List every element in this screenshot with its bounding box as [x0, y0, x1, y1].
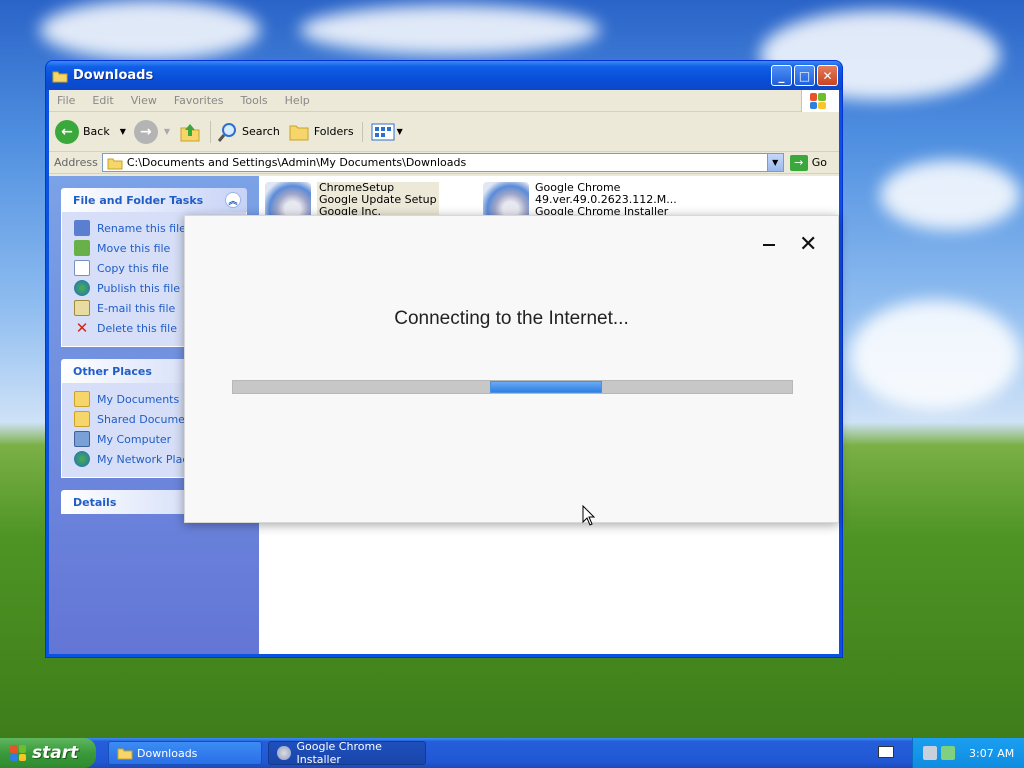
installer-close-button[interactable]: ✕: [799, 234, 817, 256]
explorer-titlebar[interactable]: Downloads: [46, 61, 842, 90]
menu-help[interactable]: Help: [285, 94, 310, 107]
panel-title: File and Folder Tasks: [73, 193, 204, 207]
search-icon: [217, 122, 237, 142]
back-button[interactable]: ← Back ▼: [55, 119, 126, 144]
installer-progress-bar: [232, 380, 793, 394]
address-dropdown-button[interactable]: ▼: [766, 154, 783, 171]
taskbar-button-downloads[interactable]: Downloads: [108, 741, 262, 765]
address-bar: Address C:\Documents and Settings\Admin\…: [49, 152, 839, 174]
back-arrow-icon: ←: [55, 119, 79, 144]
task-label: E-mail this file: [97, 301, 176, 315]
start-label: start: [32, 743, 79, 763]
address-label: Address: [54, 156, 98, 169]
back-label: Back: [83, 125, 110, 138]
wallpaper-cloud: [880, 160, 1020, 230]
windows-flag-icon: [10, 745, 26, 761]
wallpaper-cloud: [300, 5, 600, 55]
search-button[interactable]: Search: [210, 120, 280, 143]
forward-arrow-icon: →: [133, 119, 158, 144]
up-folder-icon: [180, 123, 200, 141]
place-label: My Documents: [97, 392, 180, 406]
progress-fill: [490, 381, 602, 393]
place-label: My Computer: [97, 432, 172, 446]
network-icon: [74, 451, 90, 467]
rename-icon: [74, 220, 90, 236]
start-button[interactable]: start: [0, 738, 96, 768]
documents-folder-icon: [74, 391, 90, 407]
shared-folder-icon: [74, 411, 90, 427]
network-tray-icon[interactable]: [941, 746, 955, 760]
windows-logo-icon: [801, 90, 839, 112]
go-button[interactable]: → Go: [789, 154, 827, 171]
folders-label: Folders: [313, 125, 354, 138]
folders-button[interactable]: Folders: [288, 122, 354, 142]
menu-view[interactable]: View: [131, 94, 157, 107]
panel-title: Other Places: [73, 364, 152, 378]
file-folder-tasks-header[interactable]: File and Folder Tasks ︽: [61, 188, 247, 212]
taskbar: start Downloads Google Chrome Installer …: [0, 738, 1024, 768]
window-title: Downloads: [73, 68, 154, 83]
installer-icon: [277, 746, 291, 760]
go-arrow-icon: →: [789, 154, 808, 171]
installer-minimize-button[interactable]: [759, 238, 779, 252]
email-icon: [74, 300, 90, 316]
menu-tools[interactable]: Tools: [241, 94, 268, 107]
delete-icon: ✕: [75, 319, 89, 337]
address-value: C:\Documents and Settings\Admin\My Docum…: [126, 156, 467, 169]
folders-icon: [289, 125, 309, 140]
menu-favorites[interactable]: Favorites: [174, 94, 224, 107]
chrome-installer-dialog: ✕ Connecting to the Internet...: [184, 215, 839, 523]
forward-button[interactable]: → ▼: [133, 119, 171, 144]
system-tray: 3:07 AM: [912, 738, 1024, 768]
wallpaper-cloud: [40, 0, 260, 60]
go-label: Go: [811, 156, 827, 169]
menu-edit[interactable]: Edit: [92, 94, 113, 107]
maximize-button[interactable]: □: [794, 65, 815, 86]
collapse-icon[interactable]: ︽: [225, 192, 241, 208]
folder-icon: [107, 158, 123, 169]
menu-bar: File Edit View Favorites Tools Help: [49, 90, 839, 112]
move-icon: [74, 240, 90, 256]
task-label: Move this file: [97, 241, 171, 255]
wallpaper-cloud: [850, 300, 1020, 410]
folder-icon: [52, 71, 68, 82]
search-label: Search: [242, 125, 280, 138]
taskbar-button-label: Downloads: [137, 746, 198, 760]
keyboard-icon[interactable]: [878, 746, 894, 758]
task-label: Copy this file: [97, 261, 169, 275]
folder-icon: [117, 748, 133, 760]
toolbar: ← Back ▼ → ▼ Search Folders ▼: [49, 112, 839, 152]
computer-icon: [74, 431, 90, 447]
mouse-cursor-icon: [582, 505, 596, 526]
address-input[interactable]: C:\Documents and Settings\Admin\My Docum…: [101, 153, 784, 172]
panel-title: Details: [73, 495, 117, 509]
clock: 3:07 AM: [969, 746, 1015, 760]
globe-icon: [74, 280, 90, 296]
up-folder-button[interactable]: [178, 120, 202, 144]
installer-status-text: Connecting to the Internet...: [394, 308, 629, 329]
menu-file[interactable]: File: [57, 94, 75, 107]
taskbar-button-label: Google Chrome Installer: [296, 740, 382, 766]
close-button[interactable]: ✕: [817, 65, 838, 86]
copy-icon: [74, 260, 90, 276]
views-button[interactable]: ▼: [361, 121, 403, 142]
taskbar-button-chrome-installer[interactable]: Google Chrome Installer: [268, 740, 426, 766]
chevron-down-icon[interactable]: ▼: [120, 127, 126, 136]
chevron-down-icon: ▼: [396, 127, 403, 136]
task-label: Rename this file: [97, 221, 186, 235]
views-icon: [371, 123, 395, 140]
task-label: Delete this file: [97, 321, 177, 335]
chevron-down-icon: ▼: [163, 127, 171, 136]
minimize-button[interactable]: _: [771, 65, 792, 86]
volume-icon[interactable]: [923, 746, 937, 760]
